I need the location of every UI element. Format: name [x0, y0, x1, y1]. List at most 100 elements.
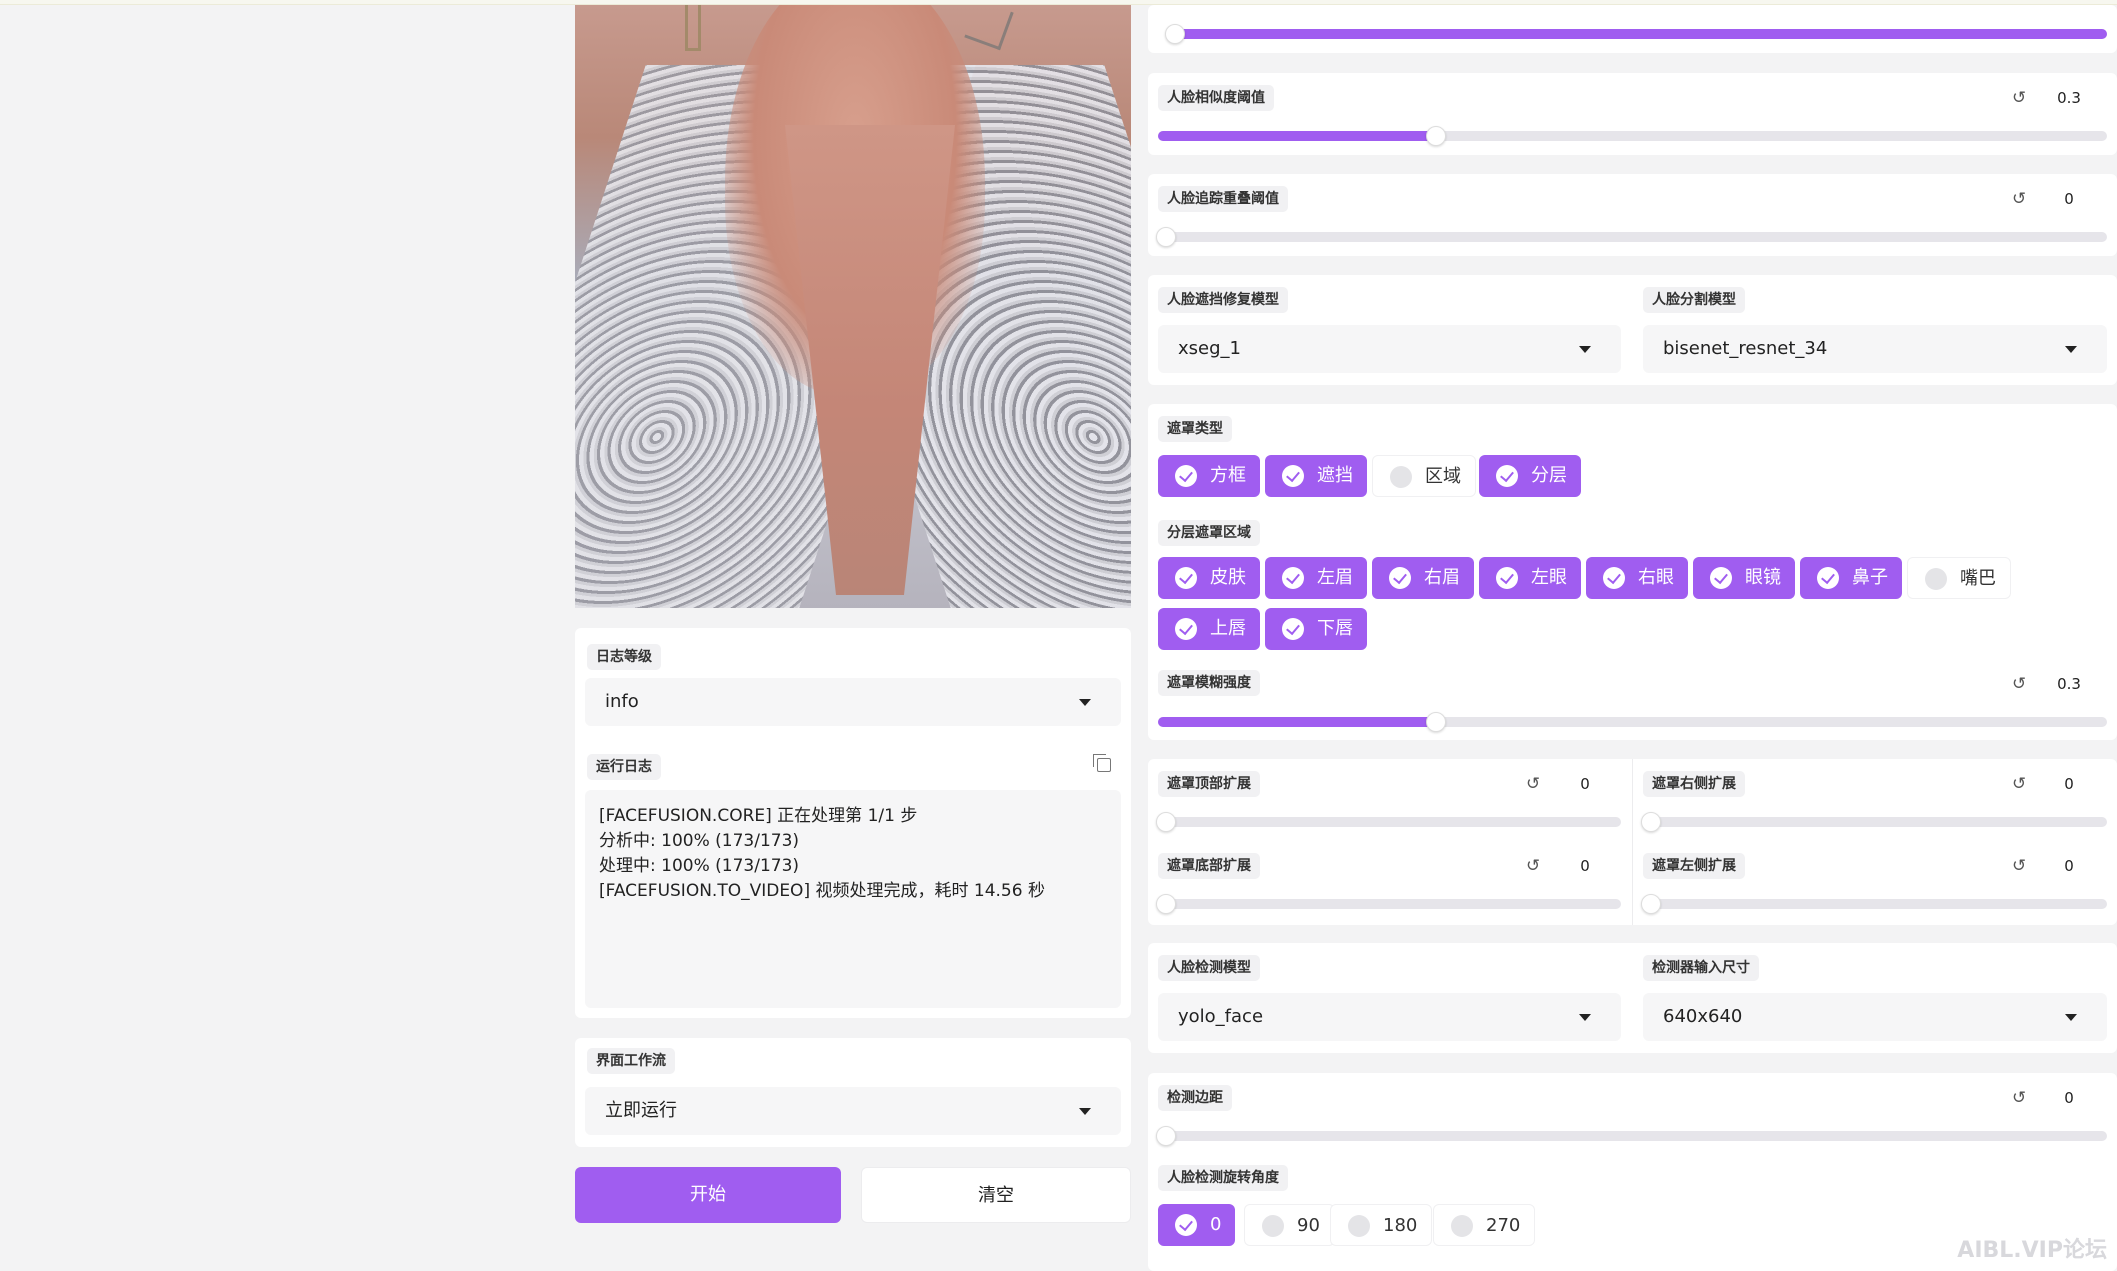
detector-margin-label: 检测边距 — [1158, 1085, 1232, 1111]
log-level-label: 日志等级 — [587, 644, 661, 670]
checkbox-icon — [1175, 618, 1197, 640]
checkbox-icon — [1175, 567, 1197, 589]
chevron-down-icon — [1579, 346, 1591, 353]
reset-icon[interactable]: ↺ — [1526, 856, 1540, 876]
earring-right-icon — [964, 5, 1014, 51]
slider-thumb[interactable] — [1165, 24, 1185, 44]
checkbox-icon — [1496, 465, 1518, 487]
detector-angle-180[interactable]: 180 — [1330, 1204, 1433, 1246]
slider-thumb[interactable] — [1156, 894, 1176, 914]
detector-angles-label: 人脸检测旋转角度 — [1158, 1165, 1288, 1191]
mask-region-right-eyebrow[interactable]: 右眉 — [1372, 557, 1474, 599]
padding-bottom-label: 遮罩底部扩展 — [1158, 853, 1260, 879]
mask-region-nose[interactable]: 鼻子 — [1800, 557, 1902, 599]
checkbox-icon — [1282, 567, 1304, 589]
checkbox-icon — [1496, 567, 1518, 589]
top-slider-row — [1148, 5, 2117, 53]
reset-icon[interactable]: ↺ — [2012, 856, 2026, 876]
mask-type-box[interactable]: 方框 — [1158, 455, 1260, 497]
reset-icon[interactable]: ↺ — [2012, 1088, 2026, 1108]
face-track-overlap-slider[interactable] — [1156, 227, 2107, 247]
padding-bottom-slider[interactable] — [1156, 894, 1621, 914]
face-similarity-value[interactable]: 0.3 — [2049, 88, 2089, 108]
slider-thumb[interactable] — [1156, 227, 1176, 247]
start-button[interactable]: 开始 — [575, 1167, 841, 1223]
padding-left-label: 遮罩左侧扩展 — [1643, 853, 1745, 879]
slider-fill — [1158, 131, 1434, 141]
padding-top-label: 遮罩顶部扩展 — [1158, 771, 1260, 797]
padding-bottom-value[interactable]: 0 — [1565, 856, 1605, 876]
checkbox-icon — [1282, 618, 1304, 640]
occluder-model-select[interactable]: xseg_1 — [1158, 325, 1621, 373]
ui-workflow-label: 界面工作流 — [587, 1048, 675, 1074]
checkbox-icon — [1389, 567, 1411, 589]
slider-thumb[interactable] — [1426, 126, 1446, 146]
checkbox-icon — [1817, 567, 1839, 589]
mask-region-mouth[interactable]: 嘴巴 — [1907, 557, 2011, 599]
slider-thumb[interactable] — [1426, 712, 1446, 732]
ui-workflow-select[interactable]: 立即运行 — [585, 1087, 1121, 1135]
detector-angle-90[interactable]: 90 — [1244, 1204, 1335, 1246]
mask-region-left-eye[interactable]: 左眼 — [1479, 557, 1581, 599]
slider-fill — [1168, 29, 2107, 39]
mask-type-occlusion[interactable]: 遮挡 — [1265, 455, 1367, 497]
face-track-overlap-value[interactable]: 0 — [2049, 189, 2089, 209]
reset-icon[interactable]: ↺ — [2012, 88, 2026, 108]
slider-thumb[interactable] — [1156, 1126, 1176, 1146]
detector-angle-270[interactable]: 270 — [1433, 1204, 1536, 1246]
mask-blur-value[interactable]: 0.3 — [2049, 674, 2089, 694]
mask-type-layered[interactable]: 分层 — [1479, 455, 1581, 497]
mask-region-right-eye[interactable]: 右眼 — [1586, 557, 1688, 599]
run-log-textarea[interactable]: [FACEFUSION.CORE] 正在处理第 1/1 步 分析中: 100% … — [585, 790, 1121, 1008]
mask-region-glasses[interactable]: 眼镜 — [1693, 557, 1795, 599]
parser-model-select[interactable]: bisenet_resnet_34 — [1643, 325, 2107, 373]
face-track-overlap-row: 人脸追踪重叠阈值 ↺ 0 — [1148, 174, 2117, 256]
parser-model-value: bisenet_resnet_34 — [1663, 338, 1828, 359]
reset-icon[interactable]: ↺ — [2012, 674, 2026, 694]
watermark-text: AIBL.VIP论坛 — [1957, 1238, 2107, 1263]
padding-top-value[interactable]: 0 — [1565, 774, 1605, 794]
mask-region-skin[interactable]: 皮肤 — [1158, 557, 1260, 599]
occluder-model-value: xseg_1 — [1178, 338, 1241, 359]
log-level-value: info — [605, 691, 639, 712]
copy-icon[interactable] — [1093, 754, 1111, 772]
detector-margin-slider[interactable] — [1156, 1126, 2107, 1146]
workflow-panel: 界面工作流 立即运行 — [575, 1038, 1131, 1147]
run-log-label: 运行日志 — [587, 754, 661, 780]
face-similarity-slider[interactable] — [1158, 126, 2107, 146]
mask-blur-label: 遮罩模糊强度 — [1158, 670, 1260, 696]
mask-type-region[interactable]: 区域 — [1372, 455, 1476, 497]
chevron-down-icon — [2065, 346, 2077, 353]
padding-right-slider[interactable] — [1641, 812, 2107, 832]
reset-icon[interactable]: ↺ — [1526, 774, 1540, 794]
reset-icon[interactable]: ↺ — [2012, 189, 2026, 209]
log-level-select[interactable]: info — [585, 678, 1121, 726]
chevron-down-icon — [1079, 699, 1091, 706]
log-line: 分析中: 100% (173/173) — [599, 831, 800, 851]
earring-left-icon — [685, 5, 701, 51]
log-line: [FACEFUSION.TO_VIDEO] 视频处理完成，耗时 14.56 秒 — [599, 881, 1045, 901]
detector-margin-value[interactable]: 0 — [2049, 1088, 2089, 1108]
detector-angle-0[interactable]: 0 — [1158, 1204, 1236, 1246]
slider-thumb[interactable] — [1641, 812, 1661, 832]
detector-model-select[interactable]: yolo_face — [1158, 993, 1621, 1041]
mask-blur-slider[interactable] — [1158, 712, 2107, 732]
chevron-down-icon — [1579, 1014, 1591, 1021]
mask-region-left-eyebrow[interactable]: 左眉 — [1265, 557, 1367, 599]
detector-size-select[interactable]: 640x640 — [1643, 993, 2107, 1041]
padding-right-label: 遮罩右侧扩展 — [1643, 771, 1745, 797]
reset-icon[interactable]: ↺ — [2012, 774, 2026, 794]
slider-thumb[interactable] — [1641, 894, 1661, 914]
clear-button[interactable]: 清空 — [861, 1167, 1131, 1223]
mask-types-label: 遮罩类型 — [1158, 416, 1232, 442]
mask-region-upper-lip[interactable]: 上唇 — [1158, 608, 1260, 650]
mask-region-lower-lip[interactable]: 下唇 — [1265, 608, 1367, 650]
slider-thumb[interactable] — [1156, 812, 1176, 832]
padding-left-value[interactable]: 0 — [2049, 856, 2089, 876]
padding-right-value[interactable]: 0 — [2049, 774, 2089, 794]
padding-top-slider[interactable] — [1156, 812, 1621, 832]
ui-workflow-value: 立即运行 — [605, 1100, 677, 1121]
padding-left-slider[interactable] — [1641, 894, 2107, 914]
top-slider[interactable] — [1165, 24, 2107, 44]
detector-row: 人脸检测模型 yolo_face 检测器输入尺寸 640x640 — [1148, 943, 2117, 1053]
